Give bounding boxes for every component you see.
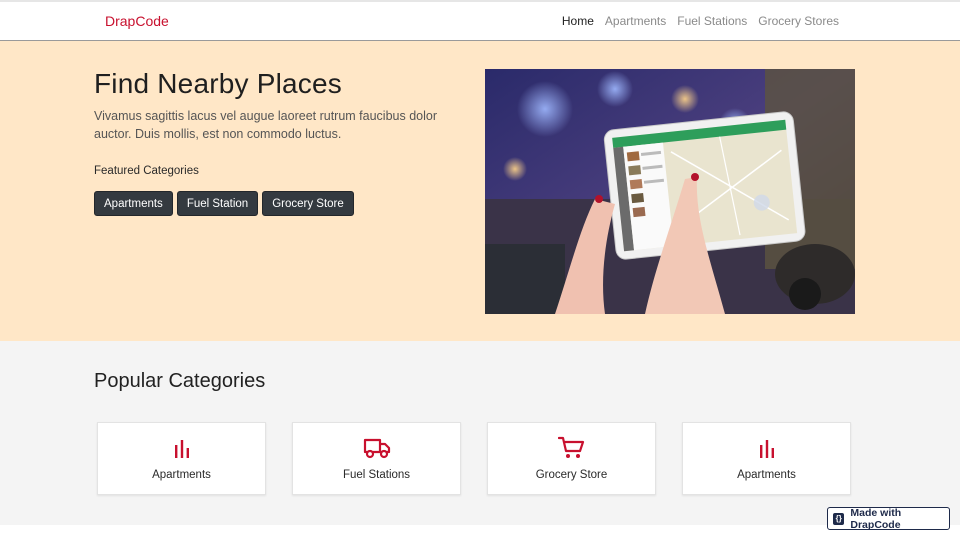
hero-lead: Vivamus sagittis lacus vel augue laoreet… xyxy=(94,109,437,141)
main-nav: Home Apartments Fuel Stations Grocery St… xyxy=(562,14,839,28)
category-card-grocery-store[interactable]: Grocery Store xyxy=(487,422,656,495)
hero-image xyxy=(485,69,855,314)
hero-title: Find Nearby Places xyxy=(94,68,342,99)
category-card-fuel-stations[interactable]: Fuel Stations xyxy=(292,422,461,495)
nav-link-apartments[interactable]: Apartments xyxy=(605,14,666,28)
badge-text: Made with DrapCode xyxy=(850,506,902,531)
chip-grocery-store[interactable]: Grocery Store xyxy=(262,191,354,216)
tablet-map-illustration xyxy=(485,69,855,314)
truck-icon xyxy=(363,435,391,461)
featured-categories-label: Featured Categories xyxy=(94,165,199,177)
category-card-label: Grocery Store xyxy=(535,469,608,481)
drapcode-logo-icon: {} xyxy=(833,512,845,525)
category-cards: Apartments Fuel Stations Grocery Store A… xyxy=(97,422,851,495)
category-card-label: Apartments xyxy=(152,469,211,481)
hero-section: Find Nearby Places Vivamus sagittis lacu… xyxy=(0,41,960,341)
nav-link-home[interactable]: Home xyxy=(562,14,594,28)
navbar: DrapCode Home Apartments Fuel Stations G… xyxy=(0,2,960,41)
category-card-apartments[interactable]: Apartments xyxy=(97,422,266,495)
nav-link-grocery-stores[interactable]: Grocery Stores xyxy=(758,14,839,28)
bar-chart-icon xyxy=(168,435,196,461)
popular-section: Popular Categories Apartments Fuel Stati… xyxy=(0,341,960,525)
chip-apartments[interactable]: Apartments xyxy=(94,191,173,216)
popular-title: Popular Categories xyxy=(94,370,266,392)
cart-icon xyxy=(557,435,586,461)
featured-chips: Apartments Fuel Station Grocery Store xyxy=(94,191,354,216)
category-card-apartments-2[interactable]: Apartments xyxy=(682,422,851,495)
chip-fuel-station[interactable]: Fuel Station xyxy=(176,191,259,216)
bar-chart-icon xyxy=(753,435,781,461)
category-card-label: Fuel Stations xyxy=(342,469,411,481)
brand-link[interactable]: DrapCode xyxy=(105,13,169,29)
nav-link-fuel-stations[interactable]: Fuel Stations xyxy=(677,14,747,28)
category-card-label: Apartments xyxy=(737,469,796,481)
made-with-drapcode-badge[interactable]: {} Made with DrapCode xyxy=(827,506,950,531)
